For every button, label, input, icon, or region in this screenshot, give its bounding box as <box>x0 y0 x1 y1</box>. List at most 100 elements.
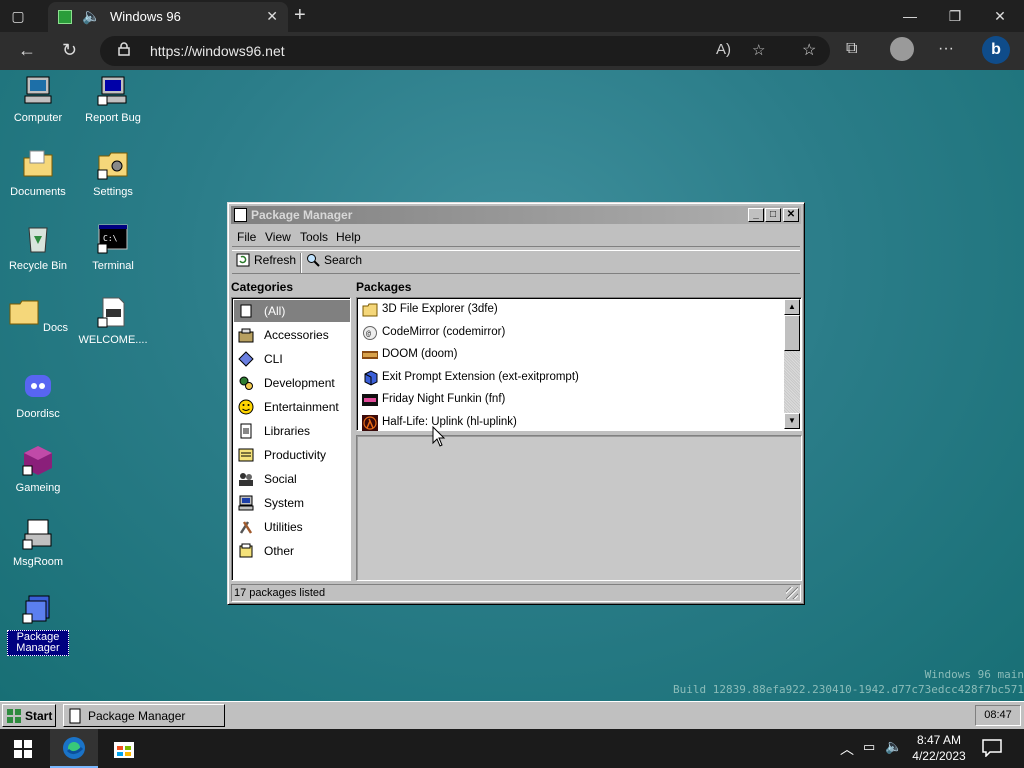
build-watermark-line2: Build 12839.88efa922.230410-1942.d77c73e… <box>673 683 1024 696</box>
search-button[interactable]: Search <box>306 253 362 273</box>
other-icon <box>239 543 253 558</box>
desktop-icon-gameing[interactable]: Gameing <box>1 444 75 494</box>
lock-icon <box>118 42 130 56</box>
status-text: 17 packages listed <box>234 587 326 599</box>
scroll-thumb[interactable] <box>784 315 800 351</box>
close-window-button[interactable]: ✕ <box>980 4 1020 28</box>
read-aloud-icon[interactable]: A) <box>716 41 731 58</box>
notifications-icon[interactable] <box>982 739 1002 757</box>
favorites-icon[interactable]: ☆ <box>802 40 816 60</box>
category-accessories[interactable]: Accessories <box>234 324 350 346</box>
url-field[interactable]: https://windows96.net A) ☆ <box>100 36 830 66</box>
refresh-button[interactable]: Refresh <box>236 253 296 273</box>
category-other[interactable]: Other <box>234 540 350 562</box>
desktop-icon-recycle-bin[interactable]: Recycle Bin <box>1 222 75 272</box>
category-development[interactable]: Development <box>234 372 350 394</box>
close-tab-icon[interactable]: ✕ <box>266 8 278 25</box>
refresh-icon <box>236 253 250 267</box>
desktop-icon-docs[interactable]: Docs <box>1 296 75 334</box>
url-text: https://windows96.net <box>150 43 285 59</box>
browser-tab[interactable]: 🔈 Windows 96 ✕ <box>48 2 288 32</box>
package-details-pane <box>356 435 802 581</box>
volume-icon[interactable]: 🔈 <box>885 738 902 755</box>
package-row[interactable]: DOOM (doom) <box>360 344 780 366</box>
package-row[interactable]: @ CodeMirror (codemirror) <box>360 322 780 344</box>
gameing-cube-icon <box>22 446 52 476</box>
mouse-cursor-icon <box>432 426 446 447</box>
window-title: Package Manager <box>251 208 353 222</box>
os-clock[interactable]: 8:47 AM 4/22/2023 <box>906 732 972 764</box>
packages-header: Packages <box>356 280 412 294</box>
category-entertainment[interactable]: Entertainment <box>234 396 350 418</box>
category-productivity[interactable]: Productivity <box>234 444 350 466</box>
report-bug-icon <box>97 76 127 106</box>
all-packages-icon <box>240 304 252 318</box>
category-libraries[interactable]: Libraries <box>234 420 350 442</box>
category-system[interactable]: System <box>234 492 350 514</box>
back-arrow-icon[interactable]: ← <box>18 40 36 61</box>
packages-scrollbar[interactable]: ▲ ▼ <box>784 299 800 429</box>
package-row[interactable]: Friday Night Funkin (fnf) <box>360 389 780 411</box>
desktop-icon-msgroom[interactable]: MsgRoom <box>1 518 75 568</box>
category-utilities[interactable]: Utilities <box>234 516 350 538</box>
system-computer-icon <box>238 495 254 511</box>
doom-icon <box>362 351 378 359</box>
recycle-bin-icon <box>28 227 48 253</box>
package-row[interactable]: Half-Life: Uplink (hl-uplink) <box>360 412 780 434</box>
category-cli[interactable]: CLI <box>234 348 350 370</box>
maximize-button[interactable]: □ <box>765 208 781 222</box>
tray-chevron-icon[interactable]: ︿ <box>840 739 854 759</box>
tab-actions-icon[interactable]: ▢ <box>8 6 28 26</box>
network-icon[interactable]: ▭ <box>863 739 875 755</box>
packages-list[interactable]: 3D File Explorer (3dfe) @ CodeMirror (co… <box>356 297 802 431</box>
more-menu-icon[interactable]: ··· <box>938 40 954 58</box>
microsoft-store-icon[interactable] <box>112 736 136 760</box>
menu-help[interactable]: Help <box>336 230 361 244</box>
desktop-icon-report-bug[interactable]: Report Bug <box>76 74 150 124</box>
minimize-button[interactable]: _ <box>748 208 764 222</box>
desktop-icon-terminal[interactable]: C:\ Terminal <box>76 222 150 272</box>
restore-window-button[interactable]: ❐ <box>935 4 975 28</box>
computer-icon <box>24 76 52 104</box>
speaker-icon[interactable]: 🔈 <box>82 7 101 25</box>
desktop-icon-package-manager[interactable]: Package Manager <box>1 592 75 656</box>
menu-tools[interactable]: Tools <box>300 230 328 244</box>
profile-avatar-icon[interactable] <box>890 37 914 61</box>
window-titlebar[interactable]: Package Manager _ □ ✕ <box>231 206 801 224</box>
scroll-up-icon[interactable]: ▲ <box>784 299 800 315</box>
desktop-icon-settings[interactable]: Settings <box>76 148 150 198</box>
browser-address-bar: ← ↻ https://windows96.net A) ☆ ☆ ⧉ ··· b <box>0 32 1024 70</box>
category-social[interactable]: Social <box>234 468 350 490</box>
menu-view[interactable]: View <box>265 230 291 244</box>
entertainment-smiley-icon <box>238 399 254 415</box>
category-all[interactable]: (All) <box>234 300 350 322</box>
bing-icon[interactable]: b <box>982 36 1010 64</box>
desktop-icon-welcome[interactable]: WELCOME.... <box>76 296 150 346</box>
new-tab-button[interactable]: + <box>294 4 306 27</box>
cli-diamond-icon <box>238 351 254 367</box>
close-button[interactable]: ✕ <box>783 208 799 222</box>
toolbar-separator <box>300 253 302 273</box>
favorite-star-icon[interactable]: ☆ <box>752 41 765 59</box>
package-row[interactable]: Exit Prompt Extension (ext-exitprompt) <box>360 367 780 389</box>
os-taskbar: ︿ ▭ 🔈 8:47 AM 4/22/2023 <box>0 729 1024 768</box>
desktop-icon-documents[interactable]: Documents <box>1 148 75 198</box>
refresh-icon[interactable]: ↻ <box>62 40 77 61</box>
resize-grip-icon[interactable] <box>786 587 798 599</box>
package-row[interactable]: 3D File Explorer (3dfe) <box>360 299 780 321</box>
minimize-window-button[interactable]: — <box>890 4 930 28</box>
start-button[interactable]: Start <box>2 704 56 727</box>
taskbar-package-manager[interactable]: Package Manager <box>63 704 225 727</box>
package-manager-task-icon <box>69 708 81 724</box>
tab-title: Windows 96 <box>110 9 181 24</box>
social-people-icon <box>239 473 253 486</box>
scroll-down-icon[interactable]: ▼ <box>784 413 800 429</box>
taskbar-edge-button[interactable] <box>50 729 98 768</box>
desktop-icon-computer[interactable]: Computer <box>1 74 75 124</box>
menu-file[interactable]: File <box>237 230 256 244</box>
win96-clock: 08:47 <box>975 705 1021 726</box>
desktop-icon-doordisc[interactable]: Doordisc <box>1 370 75 420</box>
windows-start-icon[interactable] <box>14 740 32 758</box>
collections-icon[interactable]: ⧉ <box>846 40 857 58</box>
utilities-tools-icon <box>239 521 253 534</box>
